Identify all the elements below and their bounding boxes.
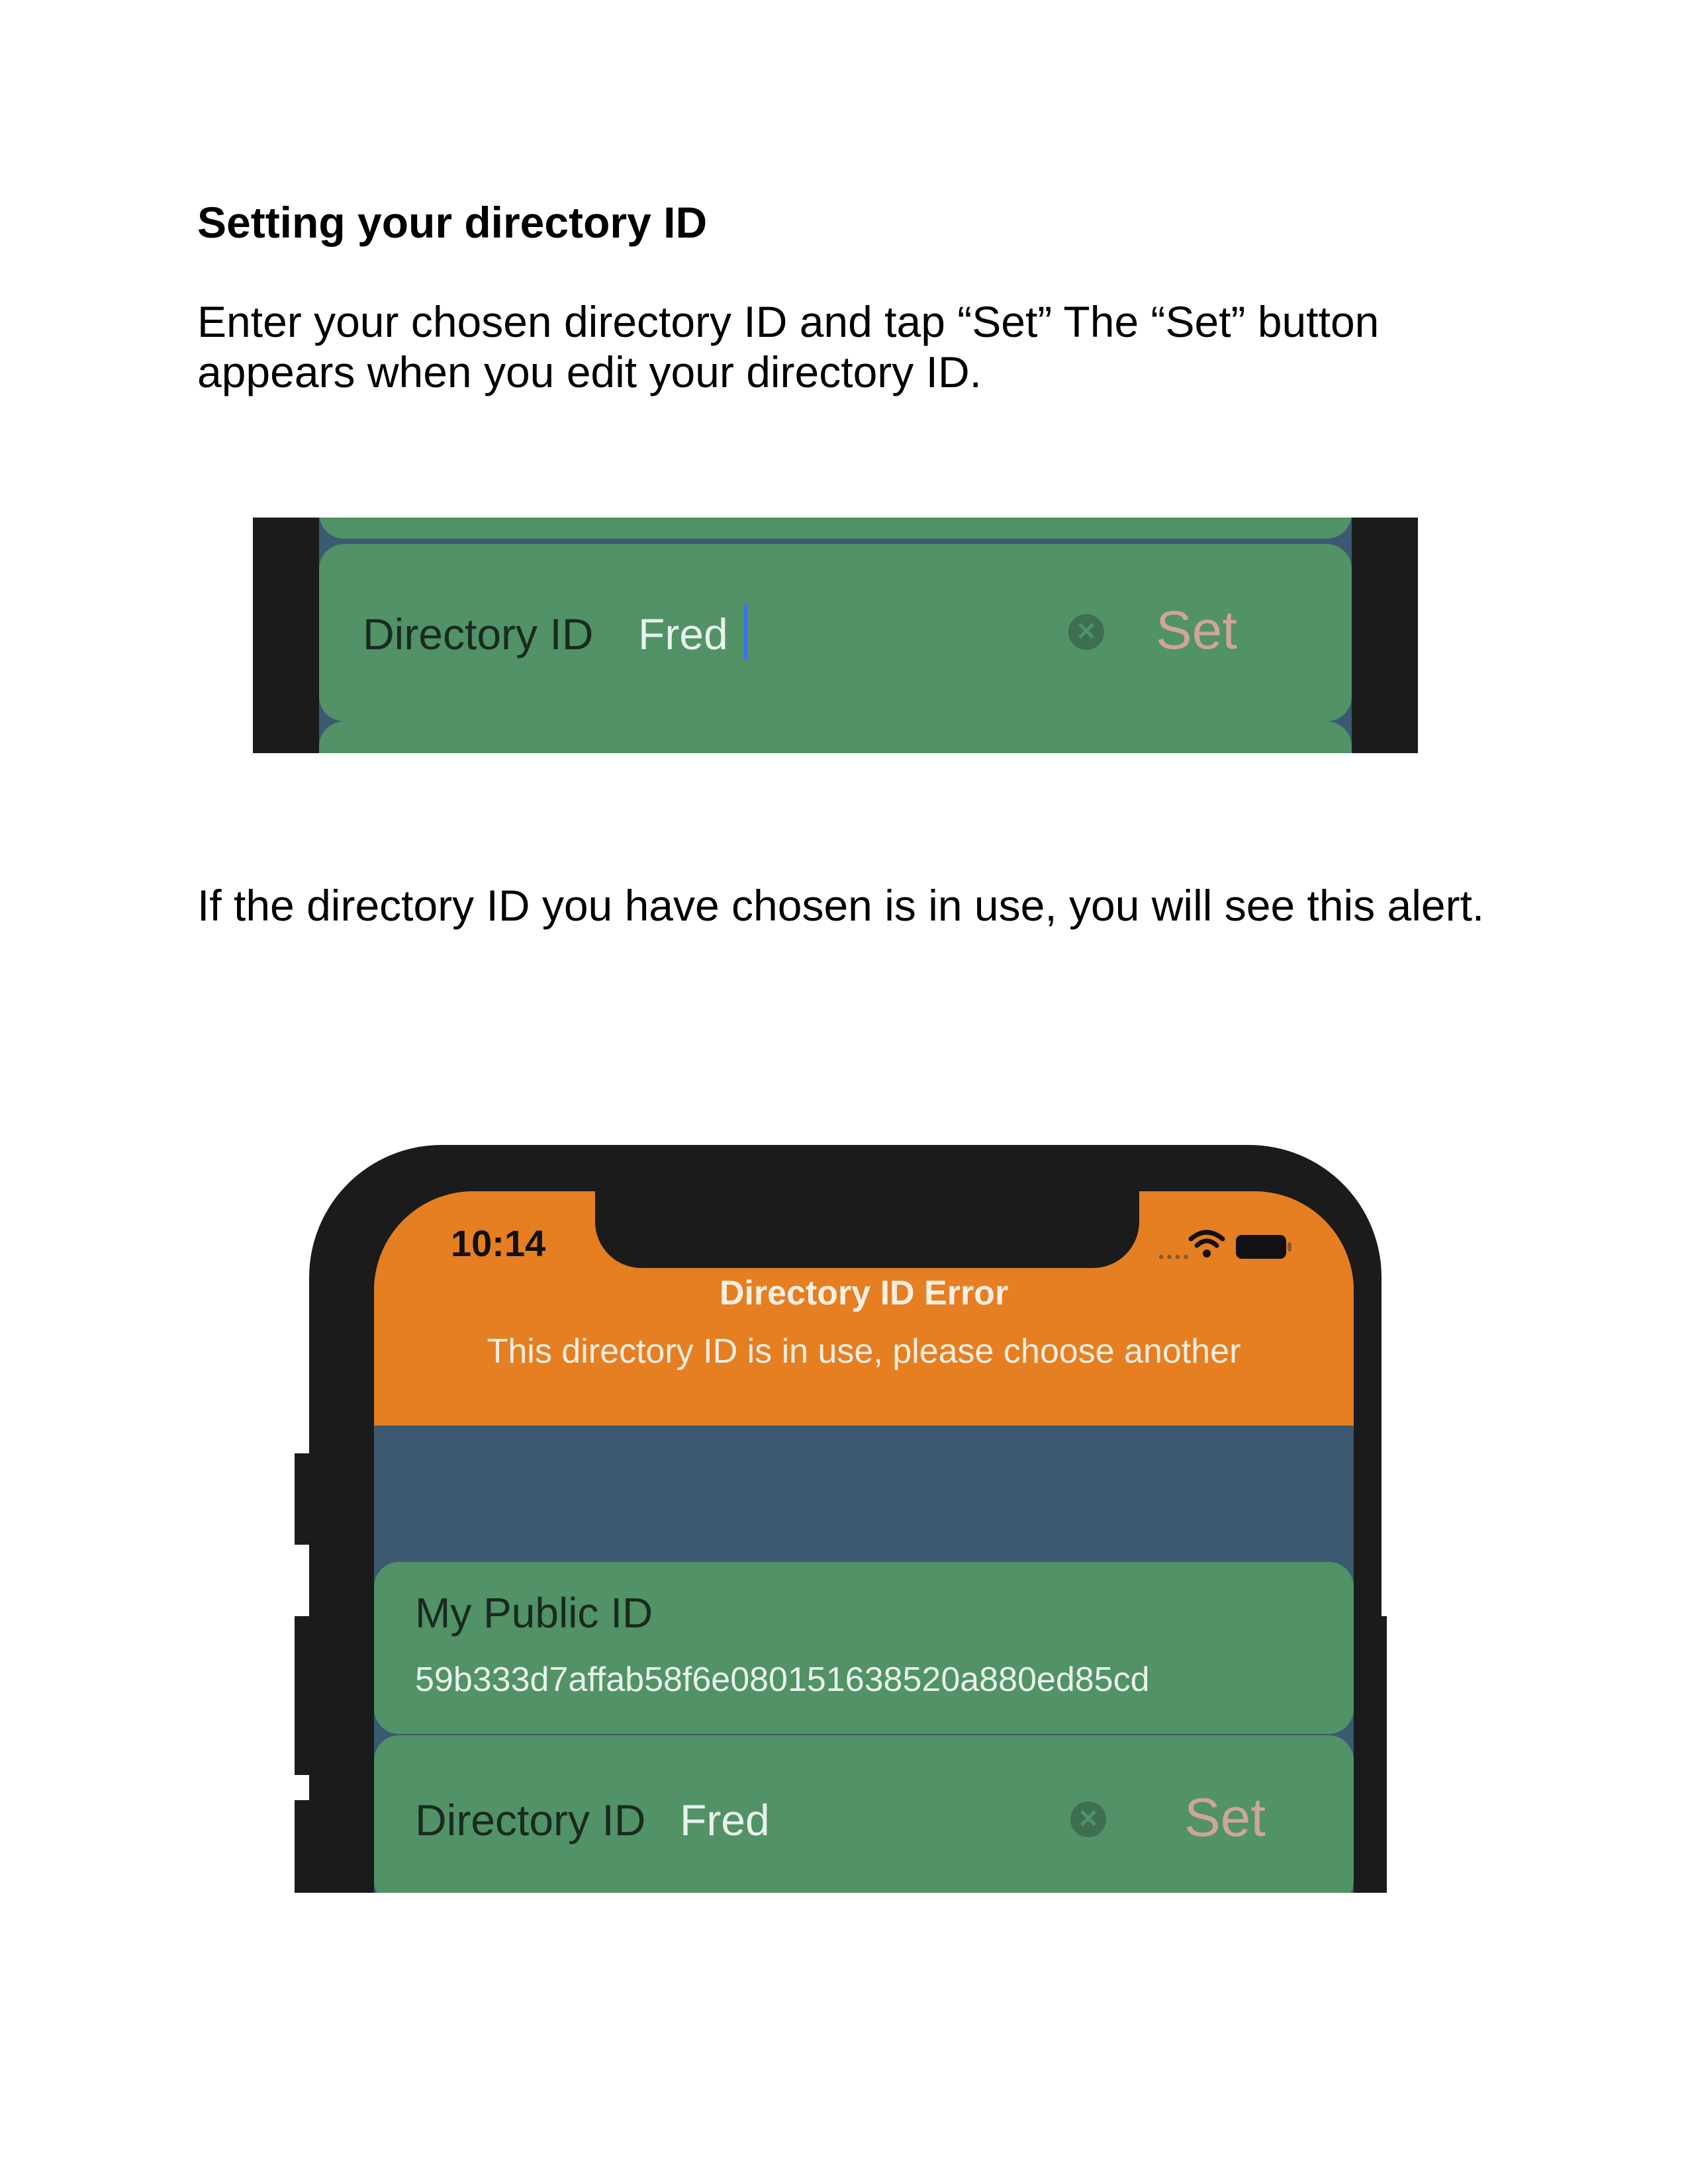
app-screen: Directory ID Fred ✕ Set	[319, 518, 1352, 753]
battery-icon	[1236, 1235, 1291, 1259]
instruction-paragraph: Enter your chosen directory ID and tap “…	[197, 297, 1380, 396]
set-button[interactable]: Set	[1156, 600, 1237, 662]
wifi-icon	[1188, 1230, 1225, 1257]
clear-icon[interactable]: ✕	[1068, 614, 1104, 650]
directory-id-input[interactable]: Fred	[638, 609, 728, 659]
directory-id-row: Directory ID Fred ✕ Set	[374, 1735, 1354, 1893]
directory-id-label: Directory ID	[363, 610, 594, 659]
signal-icon: ••••	[1158, 1248, 1192, 1266]
public-id-label: My Public ID	[415, 1589, 653, 1637]
card-above	[319, 518, 1352, 539]
alert-message: This directory ID is in use, please choo…	[487, 1332, 1241, 1371]
directory-id-input[interactable]: Fred	[680, 1795, 770, 1845]
card-below	[319, 721, 1352, 753]
page-heading: Setting your directory ID	[197, 198, 708, 247]
phone-screen: 10:14 •••• Directory ID Error This direc…	[374, 1191, 1354, 1893]
phone-frame: 10:14 •••• Directory ID Error This direc…	[309, 1145, 1382, 1893]
set-button[interactable]: Set	[1184, 1787, 1266, 1849]
public-id-value: 59b333d7affab58f6e080151638520a880ed85cd	[415, 1661, 1150, 1699]
alert-paragraph: If the directory ID you have chosen is i…	[197, 881, 1485, 930]
cursor-caret-icon	[744, 605, 747, 659]
status-time: 10:14	[451, 1222, 546, 1264]
public-id-card: My Public ID 59b333d7affab58f6e080151638…	[374, 1562, 1354, 1734]
directory-id-label: Directory ID	[415, 1796, 646, 1844]
phone-notch	[595, 1191, 1139, 1268]
phone-alert-screenshot: 10:14 •••• Directory ID Error This direc…	[295, 1145, 1407, 1893]
directory-id-row: Directory ID Fred ✕ Set	[319, 544, 1352, 721]
directory-edit-screenshot: Directory ID Fred ✕ Set	[253, 518, 1418, 753]
clear-icon[interactable]: ✕	[1070, 1801, 1106, 1837]
alert-title: Directory ID Error	[719, 1274, 1009, 1312]
